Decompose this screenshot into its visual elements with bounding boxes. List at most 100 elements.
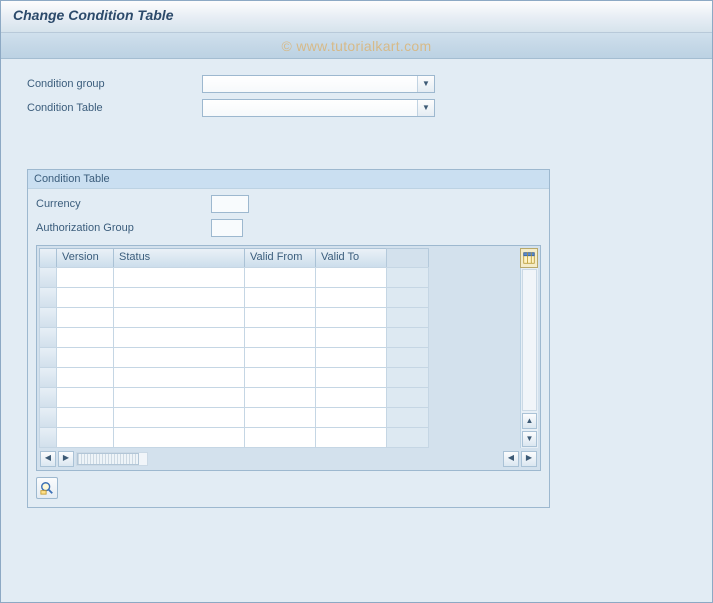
cell-status[interactable] [113,267,245,288]
content-area: Condition group ▼ Condition Table ▼ Cond… [1,59,712,602]
data-grid: Version Status Valid From Valid To [36,245,541,471]
table-body: ▲ ▼ [39,268,538,448]
magnifier-icon [40,481,54,495]
row-selector[interactable] [39,347,57,368]
horizontal-scrollbar[interactable]: ◀ ▶ ◀ ▶ [39,450,538,468]
panel-body: Currency Authorization Group Version [28,189,549,507]
col-valid-to[interactable]: Valid To [315,248,387,268]
cell-version[interactable] [56,427,114,448]
field-condition-table-row: Condition Table ▼ [27,97,686,119]
cell-status[interactable] [113,347,245,368]
table-settings-button[interactable] [520,248,538,268]
cell-version[interactable] [56,307,114,328]
cell-valid-to[interactable] [315,427,387,448]
toolbar: © www.tutorialkart.com [1,33,712,59]
cell-status[interactable] [113,327,245,348]
chevron-down-icon: ▼ [417,100,434,116]
cell-valid-from[interactable] [244,267,316,288]
row-selector[interactable] [39,427,57,448]
scroll-right-icon[interactable]: ▶ [58,451,74,467]
cell-valid-from[interactable] [244,347,316,368]
auth-group-row: Authorization Group [36,217,541,239]
cell-valid-from[interactable] [244,367,316,388]
cell-valid-from[interactable] [244,287,316,308]
cell-status[interactable] [113,387,245,408]
watermark-text: © www.tutorialkart.com [282,38,432,54]
auth-group-label: Authorization Group [36,222,211,234]
col-version[interactable]: Version [56,248,114,268]
col-status[interactable]: Status [113,248,245,268]
row-selector[interactable] [39,267,57,288]
table-row[interactable] [39,268,520,288]
row-selector[interactable] [39,367,57,388]
table-row[interactable] [39,348,520,368]
row-selector[interactable] [39,327,57,348]
cell-version[interactable] [56,287,114,308]
hscroll-track[interactable] [76,452,148,466]
scroll-up-icon[interactable]: ▲ [522,413,537,429]
currency-input[interactable] [211,195,249,213]
table-row[interactable] [39,428,520,448]
table-settings-icon [523,252,535,264]
detail-view-button[interactable] [36,477,58,499]
row-selector-header[interactable] [39,248,57,268]
cell-valid-to[interactable] [315,347,387,368]
rows-area [39,268,520,448]
cell-valid-to[interactable] [315,307,387,328]
row-selector[interactable] [39,287,57,308]
scroll-left-icon[interactable]: ◀ [40,451,56,467]
cell-gap [386,347,429,368]
cell-status[interactable] [113,367,245,388]
title-bar: Change Condition Table [1,1,712,33]
vertical-scrollbar[interactable]: ▲ ▼ [520,268,538,448]
cell-status[interactable] [113,407,245,428]
table-row[interactable] [39,388,520,408]
cell-valid-to[interactable] [315,327,387,348]
scroll-right-end-icon[interactable]: ▶ [521,451,537,467]
condition-table-panel: Condition Table Currency Authorization G… [27,169,550,508]
cell-valid-to[interactable] [315,367,387,388]
cell-version[interactable] [56,347,114,368]
scroll-track[interactable] [522,269,537,411]
cell-valid-from[interactable] [244,387,316,408]
currency-label: Currency [36,198,211,210]
cell-valid-from[interactable] [244,427,316,448]
cell-version[interactable] [56,267,114,288]
table-row[interactable] [39,328,520,348]
row-selector[interactable] [39,307,57,328]
cell-valid-to[interactable] [315,267,387,288]
cell-version[interactable] [56,367,114,388]
table-row[interactable] [39,408,520,428]
table-row[interactable] [39,368,520,388]
cell-gap [386,307,429,328]
table-row[interactable] [39,288,520,308]
cell-gap [386,407,429,428]
cell-version[interactable] [56,387,114,408]
scroll-down-icon[interactable]: ▼ [522,431,537,447]
row-selector[interactable] [39,387,57,408]
cell-status[interactable] [113,427,245,448]
cell-gap [386,327,429,348]
condition-group-dropdown[interactable]: ▼ [202,75,435,93]
field-condition-group-row: Condition group ▼ [27,73,686,95]
cell-valid-to[interactable] [315,387,387,408]
cell-valid-from[interactable] [244,407,316,428]
col-gap [386,248,429,268]
app-window: Change Condition Table © www.tutorialkar… [0,0,713,603]
cell-gap [386,267,429,288]
col-valid-from[interactable]: Valid From [244,248,316,268]
condition-table-dropdown[interactable]: ▼ [202,99,435,117]
cell-valid-to[interactable] [315,287,387,308]
hscroll-thumb[interactable] [77,453,139,465]
cell-valid-from[interactable] [244,307,316,328]
table-row[interactable] [39,308,520,328]
cell-valid-from[interactable] [244,327,316,348]
cell-valid-to[interactable] [315,407,387,428]
cell-status[interactable] [113,307,245,328]
cell-version[interactable] [56,327,114,348]
cell-version[interactable] [56,407,114,428]
scroll-left-end-icon[interactable]: ◀ [503,451,519,467]
cell-status[interactable] [113,287,245,308]
auth-group-input[interactable] [211,219,243,237]
row-selector[interactable] [39,407,57,428]
